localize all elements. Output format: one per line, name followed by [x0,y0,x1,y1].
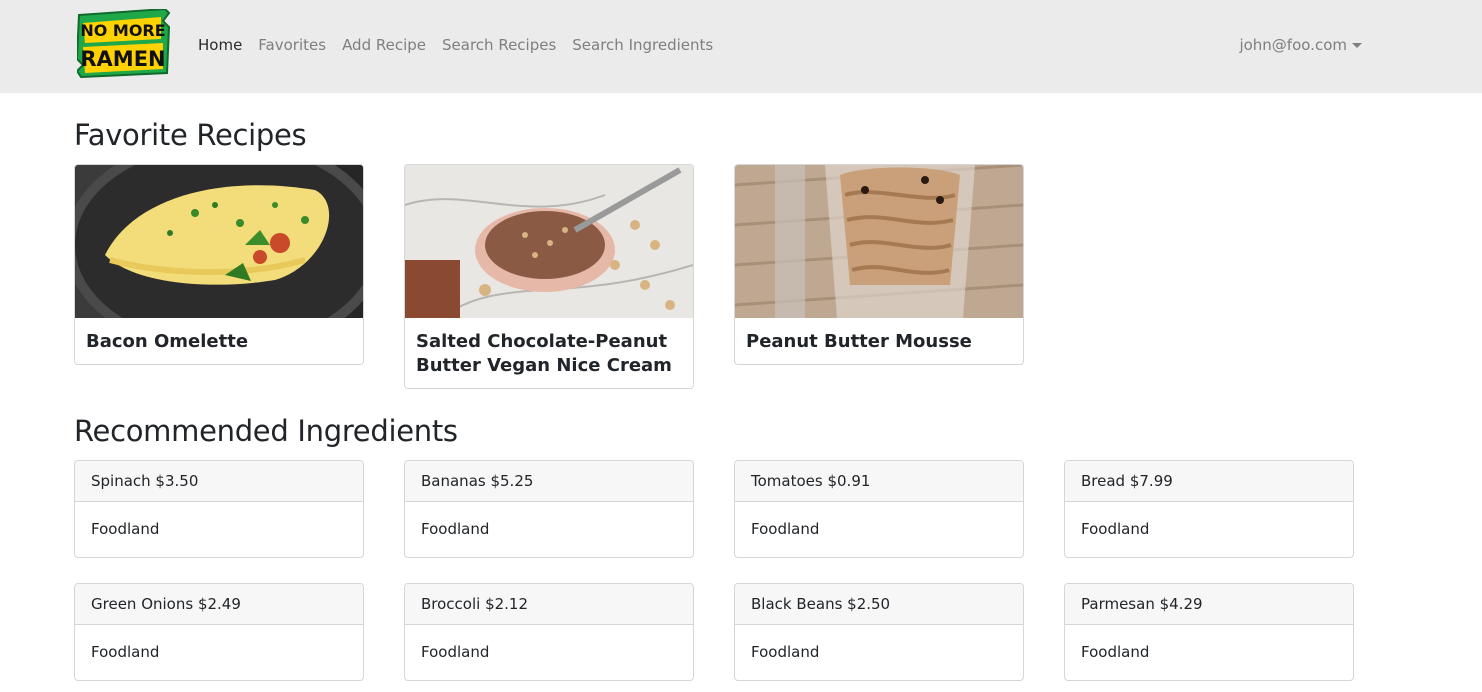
recipe-card[interactable]: Peanut Butter Mousse [734,164,1024,365]
ingredient-store: Foodland [91,643,160,661]
ingredients-heading: Recommended Ingredients [74,414,458,448]
recipe-title: Salted Chocolate-Peanut Butter Vegan Nic… [416,331,672,376]
nav-add-recipe[interactable]: Add Recipe [342,36,426,54]
ingredient-store: Foodland [751,520,820,538]
ingredient-name-price: Tomatoes $0.91 [735,461,1023,502]
ingredient-card[interactable]: Tomatoes $0.91 Foodland [734,460,1024,558]
ingredient-name-price: Spinach $3.50 [75,461,363,502]
nav-favorites[interactable]: Favorites [258,36,326,54]
ingredient-card[interactable]: Bread $7.99 Foodland [1064,460,1354,558]
recipe-card[interactable]: Salted Chocolate-Peanut Butter Vegan Nic… [404,164,694,389]
ingredient-card[interactable]: Bananas $5.25 Foodland [404,460,694,558]
ingredient-name-price: Bananas $5.25 [405,461,693,502]
ingredient-name-price: Bread $7.99 [1065,461,1353,502]
navbar: NO MORE RAMEN Home Favorites Add Recipe … [0,0,1482,93]
svg-text:RAMEN: RAMEN [80,47,165,71]
recipe-card[interactable]: Bacon Omelette [74,164,364,365]
nav-search-recipes[interactable]: Search Recipes [442,36,556,54]
mousse-photo-icon [735,165,1023,318]
ingredient-store: Foodland [1081,643,1150,661]
ingredient-store: Foodland [421,643,490,661]
ingredient-card[interactable]: Green Onions $2.49 Foodland [74,583,364,681]
ramen-logo-icon: NO MORE RAMEN [75,7,171,79]
ingredient-store: Foodland [1081,520,1150,538]
ingredient-card[interactable]: Broccoli $2.12 Foodland [404,583,694,681]
caret-down-icon [1352,42,1362,48]
user-email: john@foo.com [1239,36,1347,54]
nav-links: Home Favorites Add Recipe Search Recipes… [198,34,729,56]
ingredient-name-price: Green Onions $2.49 [75,584,363,625]
recipe-title: Peanut Butter Mousse [746,331,972,352]
ingredient-card[interactable]: Spinach $3.50 Foodland [74,460,364,558]
brand-logo[interactable]: NO MORE RAMEN [75,7,171,79]
nav-home[interactable]: Home [198,36,242,54]
favorites-heading: Favorite Recipes [74,118,307,152]
svg-text:NO MORE: NO MORE [80,21,165,40]
recipe-title: Bacon Omelette [86,331,249,352]
ingredient-name-price: Black Beans $2.50 [735,584,1023,625]
omelette-photo-icon [75,165,363,318]
nav-search-ingredients[interactable]: Search Ingredients [572,36,713,54]
ingredient-name-price: Parmesan $4.29 [1065,584,1353,625]
user-dropdown[interactable]: john@foo.com [1239,34,1362,56]
chocolate-cream-photo-icon [405,165,693,318]
ingredient-card[interactable]: Parmesan $4.29 Foodland [1064,583,1354,681]
ingredient-name-price: Broccoli $2.12 [405,584,693,625]
ingredient-store: Foodland [421,520,490,538]
ingredient-store: Foodland [751,643,820,661]
ingredient-store: Foodland [91,520,160,538]
ingredient-card[interactable]: Black Beans $2.50 Foodland [734,583,1024,681]
